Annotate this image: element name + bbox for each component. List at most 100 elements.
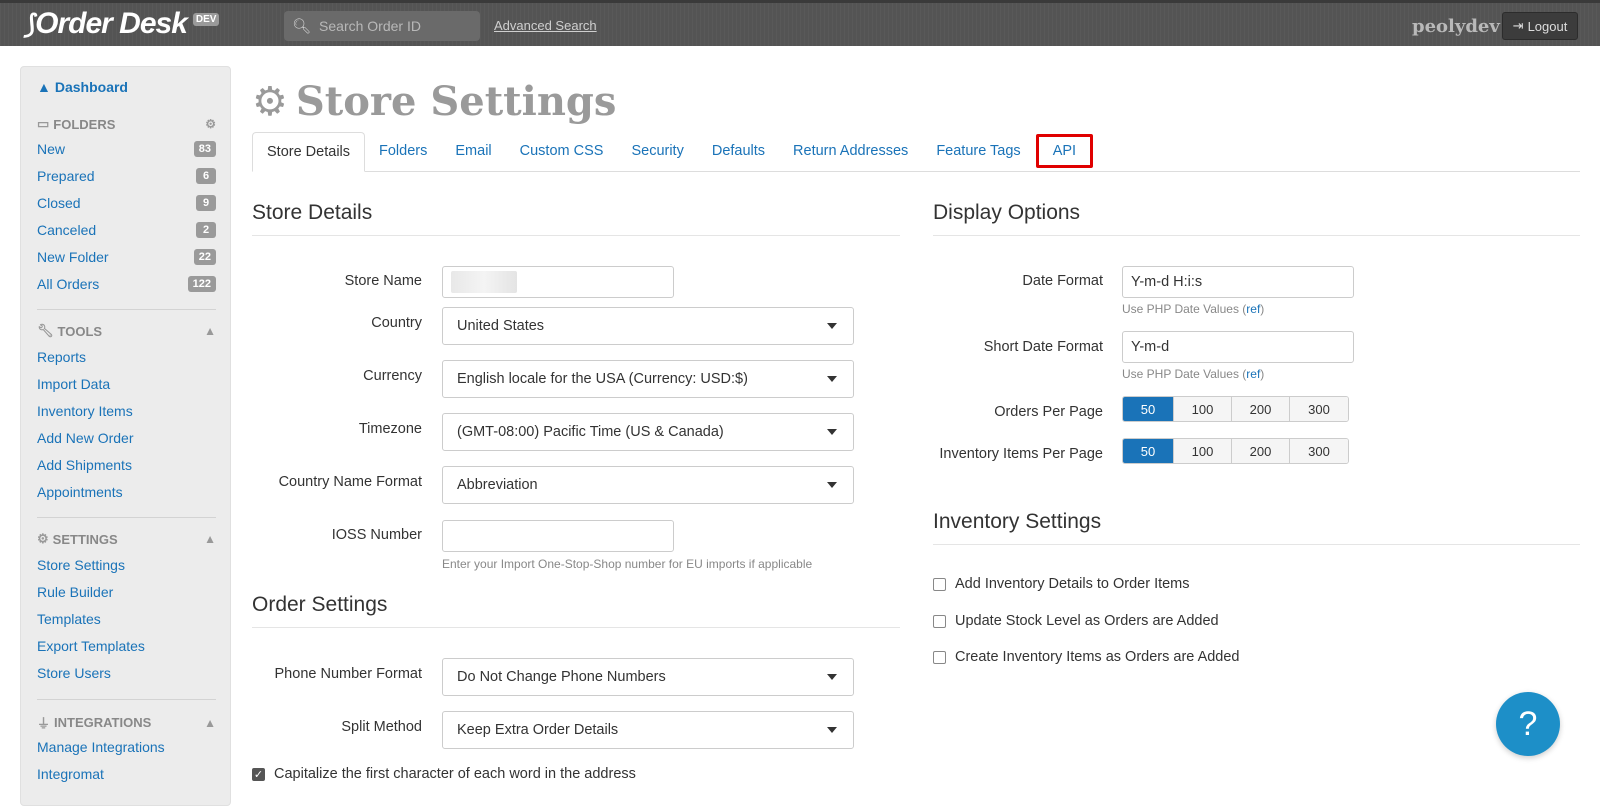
php-help-close: )	[1260, 367, 1265, 381]
dropdown-caret-icon	[827, 429, 837, 435]
folders-heading-label: FOLDERS	[53, 116, 116, 132]
folder-settings-gear-icon[interactable]: ⚙	[205, 117, 216, 131]
create-inventory-items-option[interactable]: Create Inventory Items as Orders are Add…	[933, 649, 1240, 665]
update-stock-level-label: Update Stock Level as Orders are Added	[955, 613, 1219, 629]
sidebar-item-import-data[interactable]: Import Data	[37, 376, 216, 392]
inventory-per-page-100-button[interactable]: 100	[1174, 439, 1232, 463]
orders-per-page-label: Orders Per Page	[994, 404, 1103, 420]
integrations-heading[interactable]: ⏚ INTEGRATIONS ▲	[37, 713, 216, 732]
sidebar-item-label: Manage Integrations	[37, 739, 165, 755]
sidebar-item-store-users[interactable]: Store Users	[37, 665, 216, 681]
php-help-text: Use PHP Date Values (	[1122, 302, 1247, 316]
date-format-label: Date Format	[1022, 273, 1103, 289]
country-name-format-select[interactable]: Abbreviation	[442, 466, 854, 504]
add-inventory-details-checkbox[interactable]	[933, 577, 946, 591]
currency-select[interactable]: English locale for the USA (Currency: US…	[442, 360, 854, 398]
create-inventory-items-checkbox[interactable]	[933, 650, 946, 664]
sidebar-item-label: Appointments	[37, 484, 123, 500]
capitalize-address-option[interactable]: ✓ Capitalize the first character of each…	[252, 766, 636, 782]
folder-label: Prepared	[37, 168, 95, 184]
tab-folders[interactable]: Folders	[365, 131, 441, 171]
capitalize-checkbox[interactable]: ✓	[252, 767, 265, 781]
sidebar-item-templates[interactable]: Templates	[37, 611, 216, 627]
add-inventory-details-label: Add Inventory Details to Order Items	[955, 576, 1190, 592]
php-ref-link[interactable]: ref	[1246, 367, 1260, 381]
integrations-heading-label: INTEGRATIONS	[54, 715, 152, 730]
sidebar-item-label: Inventory Items	[37, 403, 133, 419]
display-options-heading: Display Options	[933, 201, 1580, 236]
env-badge: DEV	[192, 13, 220, 26]
folder-count-badge: 22	[193, 249, 216, 265]
tab-custom-css[interactable]: Custom CSS	[506, 131, 618, 171]
split-method-select[interactable]: Keep Extra Order Details	[442, 711, 854, 749]
split-method-value: Keep Extra Order Details	[457, 722, 619, 738]
sidebar-item-reports[interactable]: Reports	[37, 349, 216, 365]
sidebar-item-store-settings[interactable]: Store Settings	[37, 557, 216, 573]
tab-email[interactable]: Email	[441, 131, 505, 171]
sidebar-item-inventory-items[interactable]: Inventory Items	[37, 403, 216, 419]
country-select[interactable]: United States	[442, 307, 854, 345]
sidebar-item-integromat[interactable]: Integromat	[37, 766, 216, 782]
store-details-heading: Store Details	[252, 201, 900, 236]
sidebar-folder-canceled[interactable]: Canceled 2	[37, 222, 216, 238]
sidebar-dashboard[interactable]: ▲ Dashboard	[37, 79, 128, 95]
currency-label: Currency	[363, 368, 422, 384]
tab-feature-tags[interactable]: Feature Tags	[922, 131, 1034, 171]
update-stock-level-checkbox[interactable]	[933, 614, 946, 628]
top-navbar: ⟆ Order Desk DEV 🔍︎ Advanced Search peol…	[0, 0, 1600, 46]
sidebar-item-add-new-order[interactable]: Add New Order	[37, 430, 216, 446]
order-desk-logo[interactable]: ⟆ Order Desk DEV	[24, 7, 220, 41]
short-date-format-field[interactable]: Y-m-d	[1122, 331, 1354, 363]
folder-count-badge: 6	[196, 168, 216, 184]
orders-per-page-200-button[interactable]: 200	[1232, 397, 1290, 421]
ioss-number-field[interactable]	[442, 520, 674, 552]
tools-heading[interactable]: 🔧︎ TOOLS ▲	[37, 323, 216, 339]
sidebar-item-appointments[interactable]: Appointments	[37, 484, 216, 500]
advanced-search-link[interactable]: Advanced Search	[494, 18, 597, 33]
php-help-text: Use PHP Date Values (	[1122, 367, 1247, 381]
timezone-label: Timezone	[358, 421, 422, 437]
timezone-select[interactable]: (GMT-08:00) Pacific Time (US & Canada)	[442, 413, 854, 451]
inventory-per-page-50-button[interactable]: 50	[1123, 439, 1174, 463]
ioss-help-text: Enter your Import One-Stop-Shop number f…	[442, 557, 813, 571]
settings-tabs: Store Details Folders Email Custom CSS S…	[252, 132, 1580, 172]
search-icon: 🔍︎	[292, 18, 312, 35]
settings-heading[interactable]: ⚙ SETTINGS ▲	[37, 531, 216, 547]
sidebar-folder-closed[interactable]: Closed 9	[37, 195, 216, 211]
split-method-label: Split Method	[341, 719, 422, 735]
inventory-per-page-300-button[interactable]: 300	[1290, 439, 1348, 463]
search-input[interactable]	[317, 17, 478, 35]
collapse-caret-icon[interactable]: ▲	[204, 324, 216, 338]
sidebar-folder-all-orders[interactable]: All Orders 122	[37, 276, 216, 292]
sidebar-folder-new-folder[interactable]: New Folder 22	[37, 249, 216, 265]
tab-defaults[interactable]: Defaults	[698, 131, 779, 171]
tab-store-details[interactable]: Store Details	[252, 132, 366, 172]
store-name-field[interactable]	[442, 266, 674, 298]
add-inventory-details-option[interactable]: Add Inventory Details to Order Items	[933, 576, 1190, 592]
php-ref-link[interactable]: ref	[1246, 302, 1260, 316]
date-format-field[interactable]: Y-m-d H:i:s	[1122, 266, 1354, 298]
sidebar-folder-prepared[interactable]: Prepared 6	[37, 168, 216, 184]
tab-api[interactable]: API	[1033, 131, 1096, 171]
page-title: ⚙ Store Settings	[252, 78, 616, 125]
orders-per-page-100-button[interactable]: 100	[1174, 397, 1232, 421]
tab-security[interactable]: Security	[617, 131, 697, 171]
update-stock-level-option[interactable]: Update Stock Level as Orders are Added	[933, 613, 1219, 629]
orders-per-page-50-button[interactable]: 50	[1123, 397, 1174, 421]
gear-icon: ⚙	[37, 531, 49, 546]
collapse-caret-icon[interactable]: ▲	[204, 532, 216, 546]
sidebar-item-rule-builder[interactable]: Rule Builder	[37, 584, 216, 600]
orders-per-page-300-button[interactable]: 300	[1290, 397, 1348, 421]
collapse-caret-icon[interactable]: ▲	[204, 716, 216, 730]
tab-return-addresses[interactable]: Return Addresses	[779, 131, 922, 171]
sidebar-folder-new[interactable]: New 83	[37, 141, 216, 157]
currency-value: English locale for the USA (Currency: US…	[457, 371, 748, 387]
sidebar-item-manage-integrations[interactable]: Manage Integrations	[37, 739, 216, 755]
sidebar-item-add-shipments[interactable]: Add Shipments	[37, 457, 216, 473]
page-title-text: Store Settings	[295, 78, 617, 125]
phone-number-format-select[interactable]: Do Not Change Phone Numbers	[442, 658, 854, 696]
help-button[interactable]: ?	[1496, 692, 1560, 756]
inventory-per-page-200-button[interactable]: 200	[1232, 439, 1290, 463]
logout-button[interactable]: ⇥ Logout	[1502, 12, 1578, 40]
sidebar-item-export-templates[interactable]: Export Templates	[37, 638, 216, 654]
